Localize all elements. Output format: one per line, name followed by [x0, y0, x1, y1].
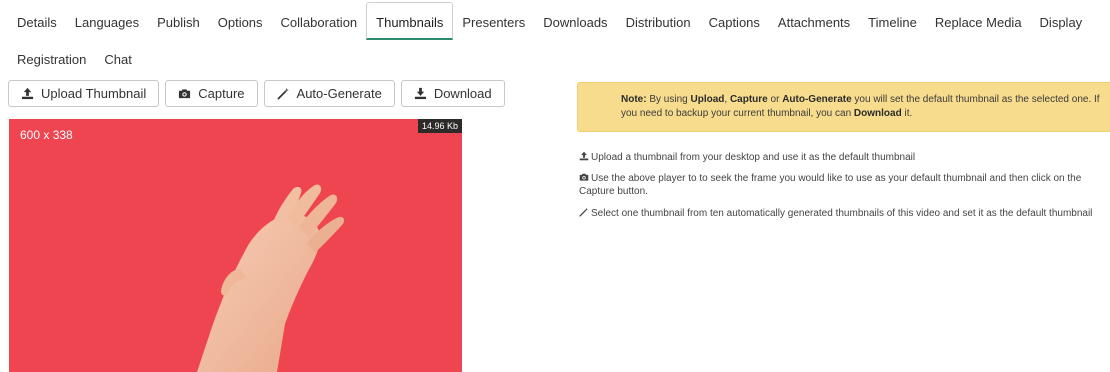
- download-button[interactable]: Download: [400, 80, 505, 107]
- tab-attachments[interactable]: Attachments: [769, 2, 859, 40]
- tab-replace-media[interactable]: Replace Media: [926, 2, 1031, 40]
- note-prefix: Note:: [621, 94, 647, 105]
- tab-display[interactable]: Display: [1031, 2, 1092, 40]
- thumbnail-toolbar: Upload Thumbnail Capture Auto-Generate D…: [8, 80, 505, 107]
- tab-options[interactable]: Options: [209, 2, 272, 40]
- upload-icon: [579, 151, 589, 161]
- magic-wand-icon: [277, 87, 289, 100]
- note-text-5: it.: [901, 108, 913, 119]
- help-autogen: Select one thumbnail from ten automatica…: [579, 207, 1110, 220]
- upload-icon: [21, 87, 34, 100]
- tab-chat[interactable]: Chat: [95, 41, 140, 77]
- magic-wand-icon: [579, 207, 589, 217]
- help-autogen-text: Select one thumbnail from ten automatica…: [591, 208, 1093, 219]
- hand-image: [197, 184, 345, 372]
- tab-languages[interactable]: Languages: [66, 2, 148, 40]
- tab-publish[interactable]: Publish: [148, 2, 209, 40]
- help-capture-text: Use the above player to to seek the fram…: [579, 173, 1082, 197]
- help-upload: Upload a thumbnail from your desktop and…: [579, 151, 1110, 164]
- auto-generate-label: Auto-Generate: [296, 86, 382, 101]
- camera-icon: [579, 173, 589, 181]
- thumbnail-preview: 600 x 338 14.96 Kb: [9, 119, 462, 372]
- tab-captions[interactable]: Captions: [700, 2, 769, 40]
- tab-collaboration[interactable]: Collaboration: [272, 2, 367, 40]
- note-download: Download: [853, 108, 902, 119]
- tab-thumbnails[interactable]: Thumbnails: [366, 2, 454, 40]
- note-alert: Note: By using Upload, Capture or Auto-G…: [577, 82, 1110, 132]
- note-capture: Capture: [729, 94, 768, 105]
- tab-timeline[interactable]: Timeline: [859, 2, 926, 40]
- capture-button[interactable]: Capture: [165, 80, 258, 107]
- camera-icon: [179, 89, 191, 99]
- help-upload-text: Upload a thumbnail from your desktop and…: [591, 152, 916, 163]
- tab-registration[interactable]: Registration: [8, 41, 95, 77]
- thumbnail-dimensions: 600 x 338: [20, 128, 73, 142]
- tab-presenters[interactable]: Presenters: [453, 2, 534, 40]
- tab-details[interactable]: Details: [8, 2, 66, 40]
- auto-generate-button[interactable]: Auto-Generate: [263, 80, 395, 107]
- download-icon: [414, 87, 426, 100]
- download-label: Download: [433, 86, 492, 101]
- note-text-1: By using: [646, 94, 691, 105]
- tab-bar-row-2: Registration Chat: [8, 41, 141, 77]
- note-autogen: Auto-Generate: [782, 94, 852, 105]
- thumbnail-file-size-badge: 14.96 Kb: [417, 119, 462, 133]
- tab-downloads[interactable]: Downloads: [534, 2, 616, 40]
- note-upload: Upload: [690, 94, 725, 105]
- note-text-3: or: [767, 94, 783, 105]
- capture-label: Capture: [198, 86, 245, 101]
- upload-thumbnail-label: Upload Thumbnail: [41, 86, 147, 101]
- tab-bar: Details Languages Publish Options Collab…: [8, 0, 1091, 40]
- upload-thumbnail-button[interactable]: Upload Thumbnail: [8, 80, 160, 107]
- tab-distribution[interactable]: Distribution: [617, 2, 700, 40]
- help-capture: Use the above player to to seek the fram…: [579, 172, 1110, 198]
